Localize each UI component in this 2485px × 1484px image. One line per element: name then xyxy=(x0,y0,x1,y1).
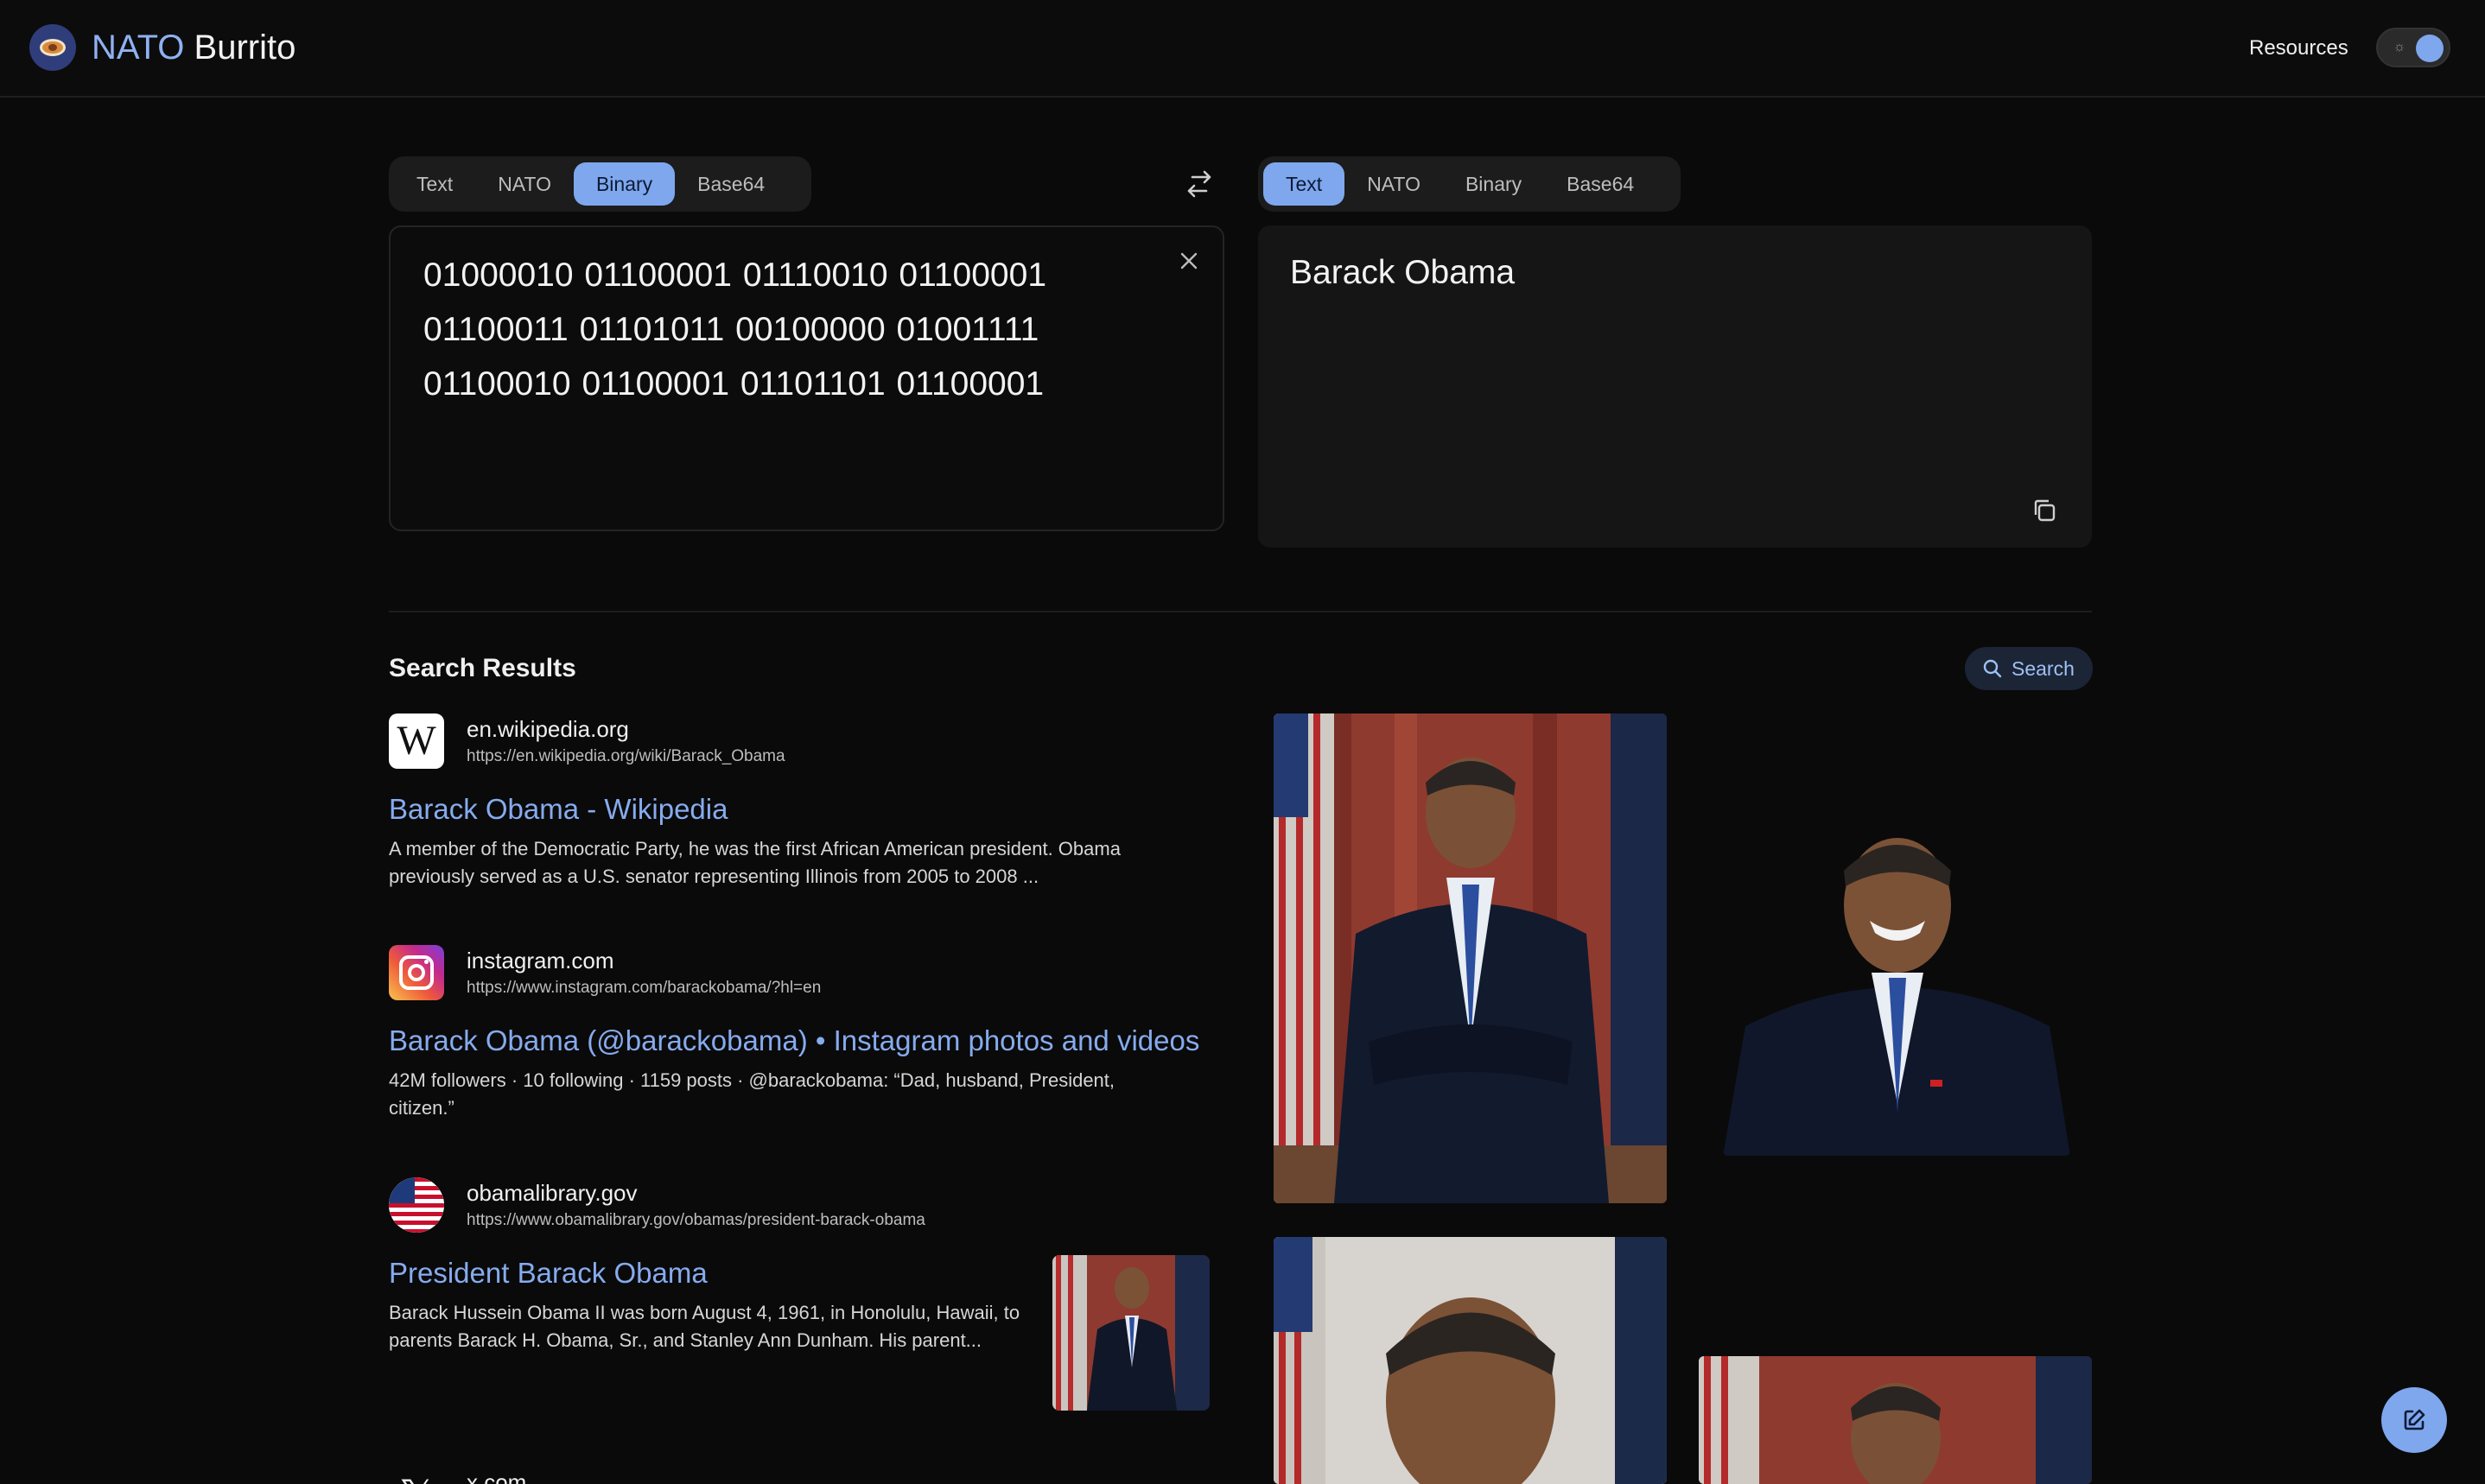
image-result-3[interactable] xyxy=(1274,1237,1667,1484)
result-title-link[interactable]: Barack Obama (@barackobama) • Instagram … xyxy=(389,1023,1199,1059)
x-icon: 𝕏 xyxy=(389,1468,444,1484)
image-result-4[interactable] xyxy=(1699,1356,2092,1484)
copy-icon[interactable] xyxy=(2031,497,2058,524)
us-flag-icon xyxy=(389,1177,444,1233)
output-value: Barack Obama xyxy=(1290,254,1516,291)
search-result-instagram: instagram.com https://www.instagram.com/… xyxy=(389,945,1210,1126)
image-result-2[interactable] xyxy=(1723,819,2070,1156)
app-header: NATO Burrito Resources ☼ xyxy=(0,0,2485,98)
instagram-icon xyxy=(389,945,444,1000)
result-domain: obamalibrary.gov xyxy=(467,1180,638,1206)
output-tab-text[interactable]: Text xyxy=(1263,162,1345,206)
input-value[interactable]: 01000010 01100001 01110010 01100001 0110… xyxy=(423,248,1166,411)
close-icon[interactable] xyxy=(1177,250,1201,274)
result-snippet: A member of the Democratic Party, he was… xyxy=(389,838,1121,887)
edit-icon xyxy=(2404,1409,2425,1430)
sun-icon: ☼ xyxy=(2393,40,2406,54)
input-tab-text[interactable]: Text xyxy=(394,162,475,206)
resources-link[interactable]: Resources xyxy=(2249,35,2348,62)
search-results-heading: Search Results xyxy=(389,654,576,682)
result-thumbnail[interactable] xyxy=(1052,1255,1210,1411)
result-snippet: Barack Hussein Obama II was born August … xyxy=(389,1302,1020,1351)
result-url[interactable]: https://www.obamalibrary.gov/obamas/pres… xyxy=(467,1210,925,1231)
search-button-label: Search xyxy=(2012,657,2075,680)
output-panel: Barack Obama xyxy=(1258,225,2092,548)
theme-toggle[interactable]: ☼ xyxy=(2376,28,2450,67)
input-tab-base64[interactable]: Base64 xyxy=(675,162,787,206)
search-result-obamalibrary: obamalibrary.gov https://www.obamalibrar… xyxy=(389,1177,1210,1419)
input-tab-nato[interactable]: NATO xyxy=(475,162,574,206)
input-format-tabs: Text NATO Binary Base64 xyxy=(389,156,811,212)
wikipedia-icon: W xyxy=(389,713,444,769)
section-divider xyxy=(389,611,2092,612)
result-domain: instagram.com xyxy=(467,948,614,973)
toggle-knob xyxy=(2416,35,2444,62)
result-domain: x.com xyxy=(467,1469,527,1484)
result-title-link[interactable]: President Barack Obama xyxy=(389,1255,708,1291)
app-title[interactable]: NATO Burrito xyxy=(92,26,296,69)
search-result-x: 𝕏 x.com xyxy=(389,1460,1210,1484)
output-tab-base64[interactable]: Base64 xyxy=(1544,162,1656,206)
burrito-logo-icon[interactable] xyxy=(29,24,76,71)
result-url[interactable]: https://en.wikipedia.org/wiki/Barack_Oba… xyxy=(467,746,785,767)
search-result-wikipedia: W en.wikipedia.org https://en.wikipedia.… xyxy=(389,713,1210,895)
result-snippet: 42M followers · 10 following · 1159 post… xyxy=(389,1069,1115,1119)
input-tab-binary[interactable]: Binary xyxy=(573,162,676,206)
output-tab-binary[interactable]: Binary xyxy=(1443,162,1544,206)
edit-fab-button[interactable] xyxy=(2381,1387,2447,1453)
input-textarea[interactable]: 01000010 01100001 01110010 01100001 0110… xyxy=(389,225,1224,531)
brand-burrito: Burrito xyxy=(194,29,296,67)
search-icon xyxy=(1983,659,2002,678)
output-format-tabs: Text NATO Binary Base64 xyxy=(1258,156,1681,212)
result-url[interactable]: https://www.instagram.com/barackobama/?h… xyxy=(467,978,821,999)
search-button[interactable]: Search xyxy=(1965,647,2093,690)
output-tab-nato[interactable]: NATO xyxy=(1344,162,1443,206)
result-domain: en.wikipedia.org xyxy=(467,716,629,742)
image-result-1[interactable] xyxy=(1274,713,1667,1203)
swap-icon[interactable] xyxy=(1182,169,1217,199)
brand-nato: NATO xyxy=(92,29,185,67)
result-title-link[interactable]: Barack Obama - Wikipedia xyxy=(389,791,728,828)
